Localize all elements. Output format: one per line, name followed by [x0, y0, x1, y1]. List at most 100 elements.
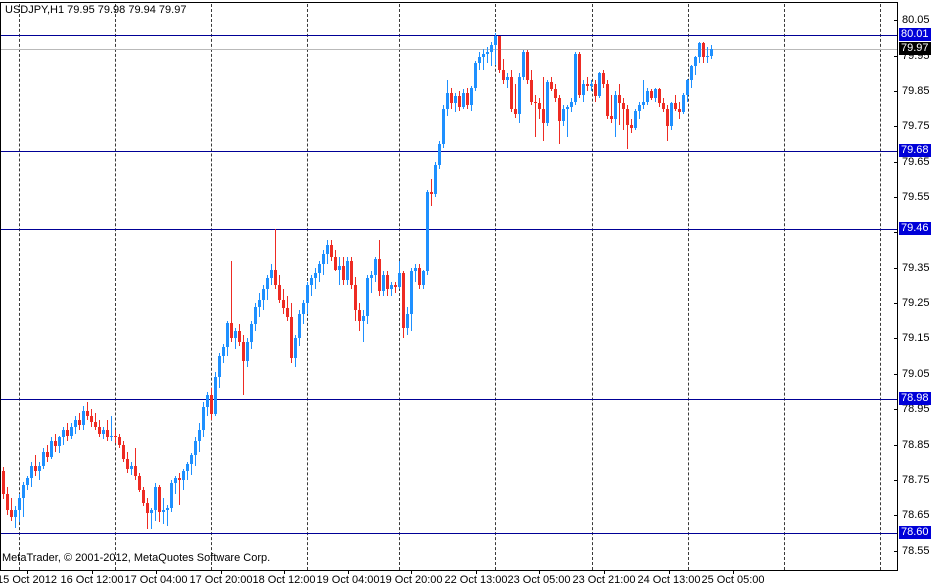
day-separator-line	[115, 4, 116, 570]
price-tick	[894, 303, 898, 304]
price-tick-label: 79.35	[902, 262, 930, 275]
candle-body	[130, 466, 133, 469]
price-axis[interactable]: 80.0579.9579.8579.7579.6579.5579.4579.35…	[898, 0, 935, 571]
candle-body	[582, 84, 585, 95]
time-tick-label: 19 Oct 04:00	[317, 574, 380, 586]
candle-body	[334, 257, 337, 270]
candle-body	[470, 88, 473, 105]
price-level-line[interactable]	[1, 35, 897, 36]
candle-wick	[339, 257, 340, 285]
candle-wick	[483, 49, 484, 70]
candle-body	[418, 268, 421, 285]
candle-body	[298, 314, 301, 338]
price-tick-label: 79.05	[902, 368, 930, 381]
candle-body	[290, 317, 293, 358]
candle-body	[566, 107, 569, 109]
candle-body	[70, 427, 73, 436]
candle-body	[250, 324, 253, 342]
price-level-line[interactable]	[1, 151, 897, 152]
candle-body	[294, 338, 297, 358]
candle-body	[286, 308, 289, 317]
price-tick	[894, 409, 898, 410]
candle-body	[674, 103, 677, 109]
price-tick-label: 79.55	[902, 191, 930, 204]
candle-body	[42, 452, 45, 466]
time-tick-label: 15 Oct 2012	[0, 574, 57, 586]
time-tick-label: 18 Oct 12:00	[253, 574, 316, 586]
time-tick-label: 24 Oct 13:00	[638, 574, 701, 586]
candle-body	[666, 109, 669, 126]
time-tick-label: 23 Oct 05:00	[508, 574, 571, 586]
candle-body	[578, 54, 581, 95]
candle-wick	[619, 84, 620, 125]
candle-body	[646, 91, 649, 102]
price-level-line[interactable]	[1, 533, 897, 534]
candle-body	[258, 300, 261, 307]
plot-area[interactable]: USDJPY,H1 79.95 79.98 79.94 79.97 MetaTr…	[0, 0, 898, 571]
candle-body	[134, 466, 137, 476]
candle-body	[602, 73, 605, 84]
candle-body	[138, 476, 141, 490]
candle-body	[658, 89, 661, 103]
bid-price-label: 79.97	[899, 42, 931, 55]
candle-body	[590, 84, 593, 86]
candle-body	[438, 144, 441, 165]
time-axis[interactable]: 15 Oct 201216 Oct 12:0017 Oct 04:0017 Oc…	[0, 571, 935, 586]
candle-body	[346, 261, 349, 280]
candle-body	[154, 487, 157, 510]
candle-body	[390, 285, 393, 289]
price-tick	[894, 56, 898, 57]
candle-body	[338, 266, 341, 270]
price-tick	[894, 480, 898, 481]
candle-body	[90, 416, 93, 422]
time-tick-label: 16 Oct 12:00	[61, 574, 124, 586]
candle-body	[326, 245, 329, 254]
candle-body	[458, 96, 461, 107]
candle-body	[478, 57, 481, 63]
candle-body	[374, 259, 377, 275]
price-level-line[interactable]	[1, 399, 897, 400]
candle-body	[442, 109, 445, 144]
candle-body	[6, 494, 9, 510]
candle-body	[430, 192, 433, 194]
price-tick	[894, 445, 898, 446]
candle-body	[358, 310, 361, 321]
candle-wick	[707, 47, 708, 63]
candle-body	[510, 77, 513, 109]
candle-body	[34, 466, 37, 471]
candle-body	[626, 109, 629, 125]
candle-body	[522, 52, 525, 77]
candle-body	[318, 264, 321, 273]
candle-body	[254, 307, 257, 324]
candle-wick	[507, 73, 508, 88]
candle-body	[462, 93, 465, 107]
candle-body	[230, 323, 233, 338]
candle-body	[198, 430, 201, 441]
candle-body	[366, 278, 369, 316]
candle-body	[622, 103, 625, 109]
day-separator-line	[592, 4, 593, 570]
candle-body	[206, 395, 209, 407]
candle-body	[706, 56, 709, 57]
time-tick-label: 19 Oct 20:00	[380, 574, 443, 586]
price-level-line[interactable]	[1, 229, 897, 230]
candle-body	[454, 96, 457, 103]
candle-body	[386, 275, 389, 289]
candle-body	[190, 455, 193, 464]
time-tick-label: 17 Oct 20:00	[190, 574, 253, 586]
candle-wick	[415, 264, 416, 282]
candle-body	[426, 192, 429, 271]
candle-body	[54, 441, 57, 446]
day-separator-line	[495, 4, 496, 570]
candle-body	[226, 323, 229, 347]
candle-body	[450, 93, 453, 103]
price-tick-label: 78.55	[902, 545, 930, 558]
plot-border-top	[0, 2, 898, 3]
candle-wick	[395, 282, 396, 293]
candle-body	[422, 271, 425, 285]
candle-body	[518, 77, 521, 114]
candle-body	[546, 82, 549, 123]
candle-body	[550, 82, 553, 89]
price-tick	[894, 268, 898, 269]
candle-body	[574, 54, 577, 102]
